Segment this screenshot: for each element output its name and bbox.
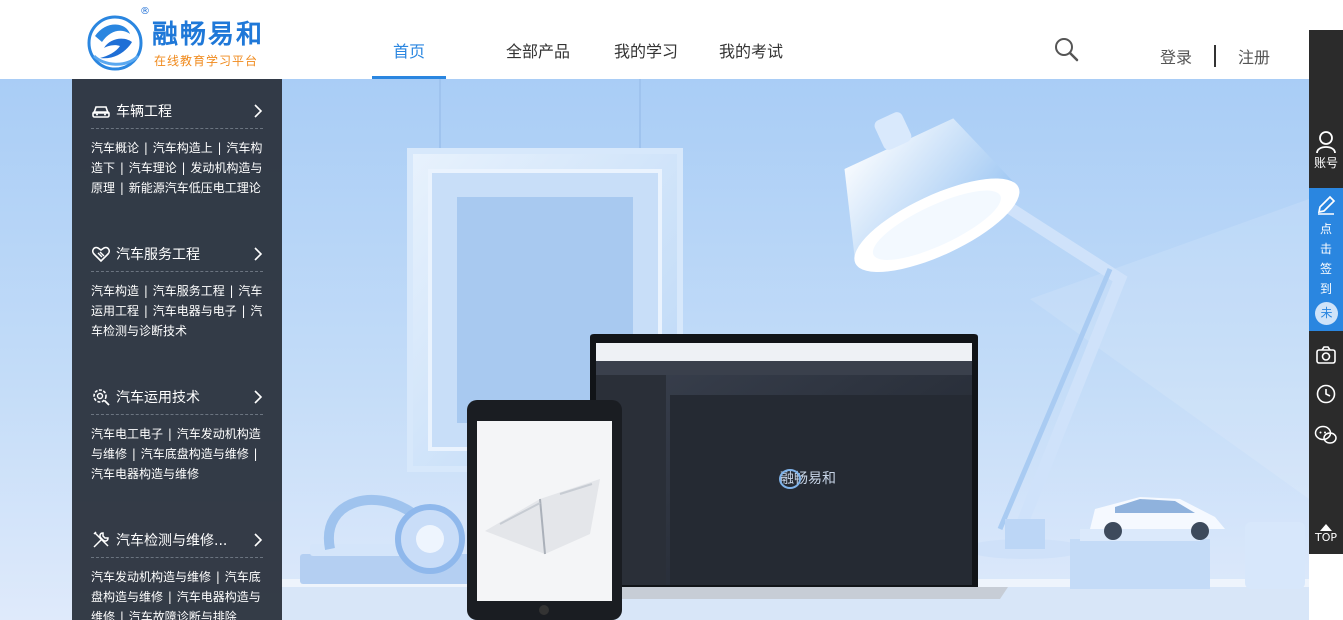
search-icon xyxy=(1055,38,1079,62)
pencil-icon xyxy=(1317,195,1336,215)
tools-icon xyxy=(93,530,109,548)
logo-registered-mark: ® xyxy=(140,6,150,17)
category-link[interactable]: 汽车概论 xyxy=(91,141,139,155)
category-inspection-maintenance: 汽车检测与维修... 汽车发动机构造与维修 | 汽车底盘构造与维修 | 汽车电器… xyxy=(91,522,263,620)
logo-name: 融畅易和 xyxy=(152,20,265,50)
category-title: 汽车服务工程 xyxy=(116,246,200,263)
category-link[interactable]: 汽车发动机构造与维修 xyxy=(91,570,211,584)
category-link[interactable]: 汽车构造 xyxy=(91,284,139,298)
category-sidebar: 车辆工程 汽车概论 | 汽车构造上 | 汽车构造下 | 汽车理论 | 发动机构造… xyxy=(72,79,282,620)
category-link[interactable]: 汽车底盘构造与维修 xyxy=(141,447,249,461)
category-link[interactable]: 汽车构造上 xyxy=(153,141,213,155)
category-link[interactable]: 新能源汽车低压电工理论 xyxy=(129,181,261,195)
category-title: 汽车检测与维修... xyxy=(116,532,228,549)
clock-icon xyxy=(1316,384,1336,404)
category-link[interactable]: 汽车理论 xyxy=(129,161,177,175)
register-link[interactable]: 注册 xyxy=(1238,44,1270,68)
category-title: 车辆工程 xyxy=(116,103,172,120)
category-link[interactable]: 汽车服务工程 xyxy=(153,284,225,298)
user-icon xyxy=(1316,131,1336,154)
sign-in-char: 点 xyxy=(1319,222,1332,236)
category-link[interactable]: 汽车故障诊断与排除 xyxy=(129,610,237,620)
sign-in-status-badge: 未 xyxy=(1315,302,1338,325)
account-button[interactable]: 账号 xyxy=(1309,130,1343,171)
chevron-right-icon xyxy=(254,103,263,118)
nav-all-products[interactable]: 全部产品 xyxy=(483,0,593,79)
category-automotive-service: 汽车服务工程 汽车构造 | 汽车服务工程 | 汽车运用工程 | 汽车电器与电子 … xyxy=(91,236,263,341)
login-link[interactable]: 登录 xyxy=(1160,44,1192,68)
category-links: 汽车发动机构造与维修 | 汽车底盘构造与维修 | 汽车电器构造与维修 | 汽车故… xyxy=(91,567,263,620)
category-header[interactable]: 汽车检测与维修... xyxy=(91,522,263,558)
sign-in-button[interactable]: 点 击 签 到 未 xyxy=(1309,188,1343,331)
nav-home[interactable]: 首页 xyxy=(372,0,446,79)
auth-divider xyxy=(1214,45,1217,67)
category-link[interactable]: 汽车电器构造与维修 xyxy=(91,467,199,481)
back-to-top-label: TOP xyxy=(1314,531,1337,544)
site-logo[interactable]: ® 融畅易和 在线教育学习平台 xyxy=(86,6,276,72)
category-links: 汽车电工电子 | 汽车发动机构造与维修 | 汽车底盘构造与维修 | 汽车电器构造… xyxy=(91,427,261,481)
sign-in-char: 签 xyxy=(1319,262,1332,276)
category-header[interactable]: 汽车运用技术 xyxy=(91,379,263,415)
chevron-right-icon xyxy=(254,532,263,547)
nav-my-learning[interactable]: 我的学习 xyxy=(601,0,691,79)
category-automotive-application: 汽车运用技术 汽车电工电子 | 汽车发动机构造与维修 | 汽车底盘构造与维修 |… xyxy=(91,379,263,484)
chevron-right-icon xyxy=(254,246,263,261)
chevron-right-icon xyxy=(254,389,263,404)
chat-button[interactable] xyxy=(1309,424,1343,446)
laptop-screen-brand: 融畅易和 xyxy=(780,470,836,486)
category-link[interactable]: 汽车电器与电子 xyxy=(153,304,237,318)
nav-my-exams[interactable]: 我的考试 xyxy=(706,0,796,79)
gear-search-icon xyxy=(93,388,110,406)
auth-links: 登录 注册 xyxy=(1160,44,1270,68)
chat-icon xyxy=(1314,425,1337,444)
site-header: ® 融畅易和 在线教育学习平台 首页 全部产品 我的学习 我的考试 登录 注册 xyxy=(0,0,1343,79)
caret-up-icon xyxy=(1320,524,1332,531)
right-toolbar: 账号 点 击 签 到 未 TOP xyxy=(1309,30,1343,554)
category-link[interactable]: 汽车电工电子 xyxy=(91,427,163,441)
category-links: 汽车构造 | 汽车服务工程 | 汽车运用工程 | 汽车电器与电子 | 汽车检测与… xyxy=(91,284,263,338)
category-title: 汽车运用技术 xyxy=(116,389,200,406)
category-links: 汽车概论 | 汽车构造上 | 汽车构造下 | 汽车理论 | 发动机构造与原理 |… xyxy=(91,141,263,195)
logo-mark-icon xyxy=(87,15,143,71)
logo-tagline: 在线教育学习平台 xyxy=(154,54,259,68)
camera-icon xyxy=(1316,346,1336,364)
camera-button[interactable] xyxy=(1309,345,1343,365)
sign-in-char: 到 xyxy=(1319,282,1332,296)
back-to-top-button[interactable]: TOP xyxy=(1309,518,1343,554)
handshake-icon xyxy=(91,246,111,262)
account-label: 账号 xyxy=(1313,156,1338,170)
category-vehicle-engineering: 车辆工程 汽车概论 | 汽车构造上 | 汽车构造下 | 汽车理论 | 发动机构造… xyxy=(91,93,263,198)
history-button[interactable] xyxy=(1309,383,1343,405)
main-nav: 首页 全部产品 我的学习 我的考试 xyxy=(372,0,796,79)
category-header[interactable]: 车辆工程 xyxy=(91,93,263,129)
car-icon xyxy=(92,105,110,118)
search-button[interactable] xyxy=(1053,36,1079,62)
category-header[interactable]: 汽车服务工程 xyxy=(91,236,263,272)
sign-in-char: 击 xyxy=(1319,242,1332,256)
